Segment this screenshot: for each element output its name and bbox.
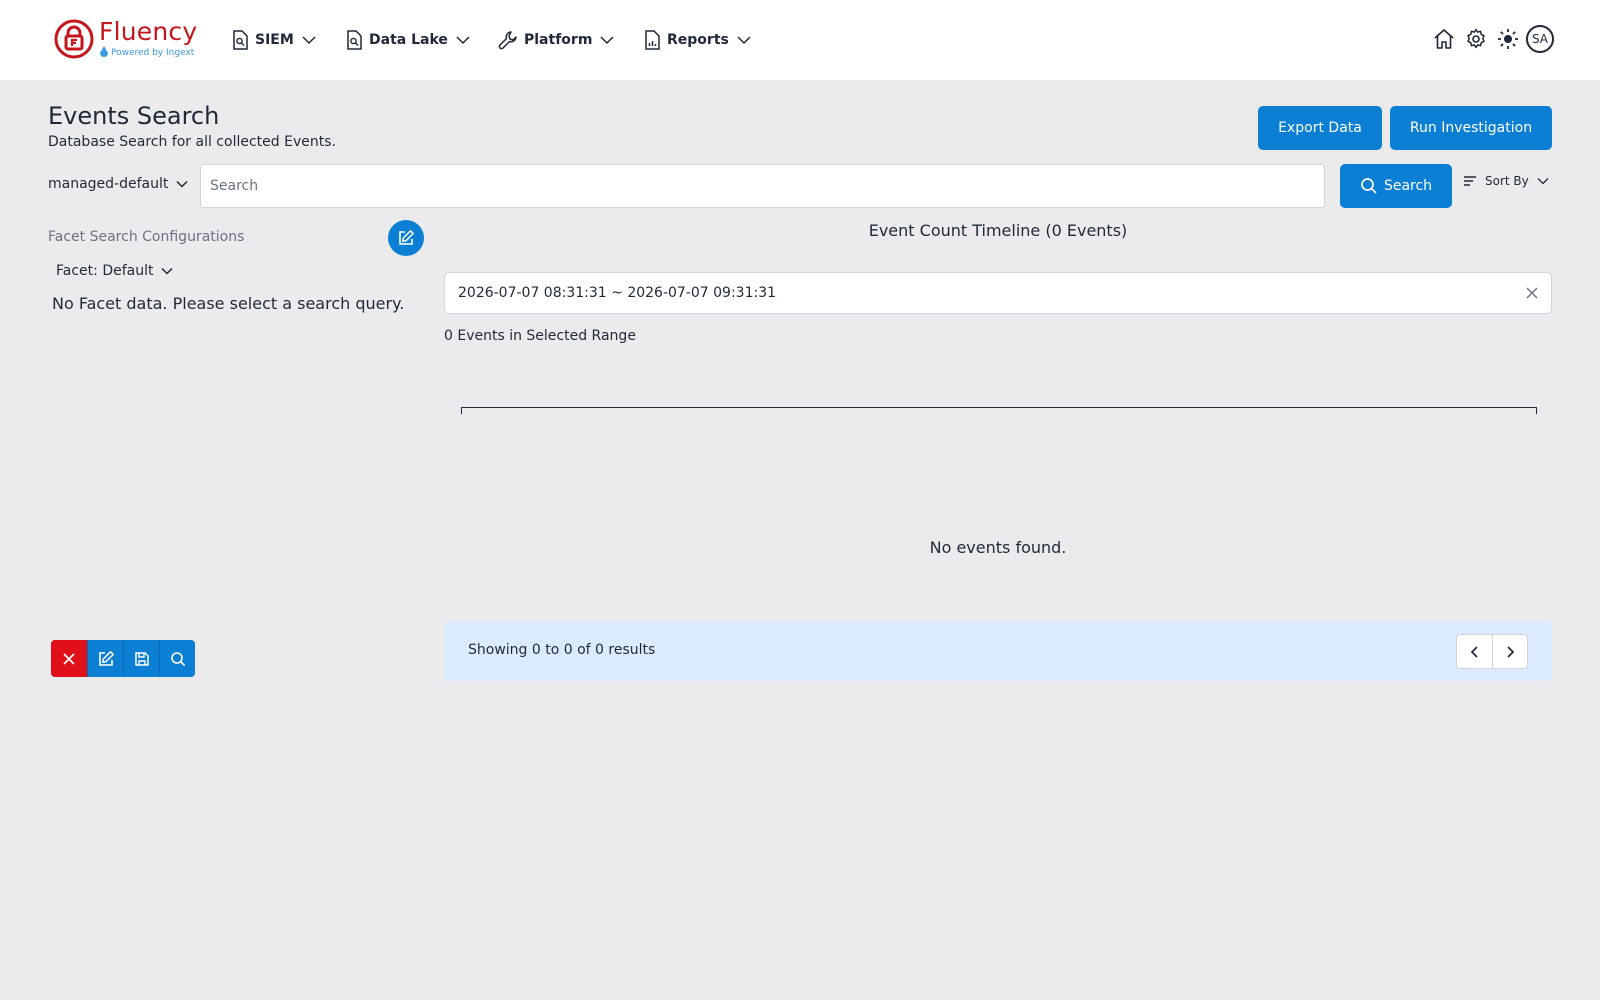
nav-siem-label: SIEM: [255, 32, 294, 48]
chevron-down-icon: [302, 36, 316, 45]
pagination-bar: Showing 0 to 0 of 0 results: [444, 621, 1552, 681]
nav-reports-label: Reports: [667, 32, 729, 48]
save-query-button[interactable]: [123, 640, 159, 677]
search-icon: [170, 651, 185, 666]
edit-facet-config-button[interactable]: [388, 220, 424, 256]
user-avatar[interactable]: SA: [1526, 25, 1554, 53]
close-icon: [63, 652, 75, 665]
next-page-button[interactable]: [1492, 635, 1527, 668]
no-events-message: No events found.: [929, 538, 1067, 557]
search-icon: [1361, 178, 1377, 194]
gear-icon[interactable]: [1465, 28, 1487, 50]
document-search-icon: [347, 30, 362, 50]
run-query-button[interactable]: [159, 640, 195, 677]
query-action-group: [51, 640, 195, 677]
range-event-count: 0 Events in Selected Range: [444, 328, 636, 344]
sort-by-dropdown[interactable]: Sort By: [1463, 174, 1549, 188]
home-icon[interactable]: [1433, 28, 1455, 50]
facet-select[interactable]: Facet: Default: [56, 263, 173, 279]
top-navigation-bar: Fluency Powered by Ingext SIEM Data Lake…: [0, 0, 1600, 80]
pagination-buttons: [1456, 634, 1528, 669]
page-subtitle: Database Search for all collected Events…: [48, 134, 336, 150]
edit-icon: [98, 650, 114, 666]
timeline-chart-axis: [461, 407, 1537, 414]
timeline-title: Event Count Timeline (0 Events): [868, 221, 1128, 240]
page-title: Events Search: [48, 102, 220, 130]
facet-empty-message: No Facet data. Please select a search qu…: [52, 294, 405, 313]
chevron-down-icon: [161, 267, 173, 275]
chevron-down-icon: [737, 36, 751, 45]
nav-platform-label: Platform: [524, 32, 593, 48]
edit-query-button[interactable]: [87, 640, 123, 677]
chevron-down-icon: [1537, 178, 1549, 185]
sort-lines-icon: [1464, 176, 1476, 186]
brand-logo[interactable]: Fluency Powered by Ingext: [54, 17, 204, 63]
nav-siem[interactable]: SIEM: [231, 26, 316, 54]
chevron-left-icon: [1470, 645, 1478, 658]
droplet-icon: [100, 46, 108, 57]
brand-tagline: Powered by Ingext: [111, 48, 195, 58]
chevron-down-icon: [600, 36, 614, 45]
facet-select-value: Facet: Default: [56, 263, 154, 279]
wrench-icon: [498, 31, 517, 50]
facet-config-title: Facet Search Configurations: [48, 229, 245, 245]
report-chart-icon: [645, 30, 660, 50]
sort-by-label: Sort By: [1485, 174, 1529, 188]
time-range-value: 2026-07-07 08:31:31 ~ 2026-07-07 09:31:3…: [458, 285, 777, 301]
sun-icon[interactable]: [1497, 28, 1519, 50]
previous-page-button[interactable]: [1457, 635, 1492, 668]
close-icon[interactable]: [1525, 286, 1539, 300]
chevron-down-icon: [456, 36, 470, 45]
nav-data-lake-label: Data Lake: [369, 32, 448, 48]
nav-reports[interactable]: Reports: [643, 26, 751, 54]
save-icon: [134, 651, 149, 666]
search-input[interactable]: [200, 164, 1325, 208]
fluency-logo-icon: [54, 19, 94, 59]
chevron-down-icon: [176, 180, 188, 188]
export-data-button[interactable]: Export Data: [1258, 106, 1382, 150]
chevron-right-icon: [1507, 645, 1515, 658]
edit-icon: [399, 230, 414, 245]
brand-name: Fluency: [99, 17, 198, 46]
time-range-picker[interactable]: 2026-07-07 08:31:31 ~ 2026-07-07 09:31:3…: [444, 272, 1552, 314]
search-button-label: Search: [1383, 178, 1433, 194]
pagination-summary: Showing 0 to 0 of 0 results: [468, 642, 656, 658]
database-select-value: managed-default: [48, 176, 169, 192]
database-select[interactable]: managed-default: [48, 176, 188, 192]
nav-data-lake[interactable]: Data Lake: [345, 26, 470, 54]
run-investigation-button[interactable]: Run Investigation: [1390, 106, 1552, 150]
search-button[interactable]: Search: [1340, 164, 1452, 208]
document-search-icon: [233, 30, 248, 50]
clear-query-button[interactable]: [51, 640, 87, 677]
nav-platform[interactable]: Platform: [498, 26, 614, 54]
